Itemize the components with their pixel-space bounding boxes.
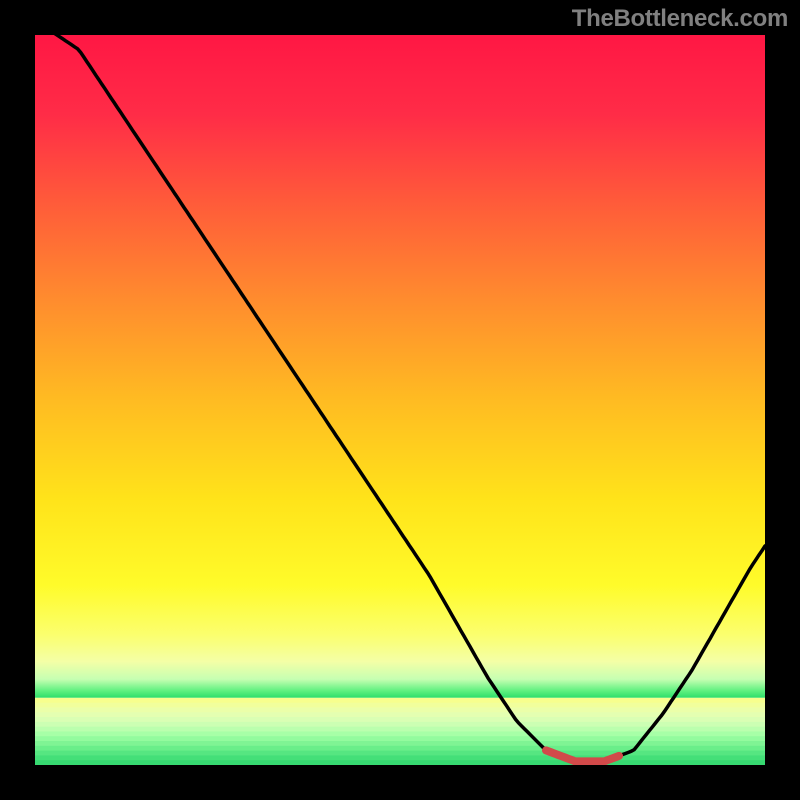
chart-plot [35,35,765,765]
chart-frame [35,35,765,765]
chart-bottom-stripes [35,698,765,765]
watermark-text: TheBottleneck.com [572,5,788,33]
chart-background-gradient [35,35,765,698]
